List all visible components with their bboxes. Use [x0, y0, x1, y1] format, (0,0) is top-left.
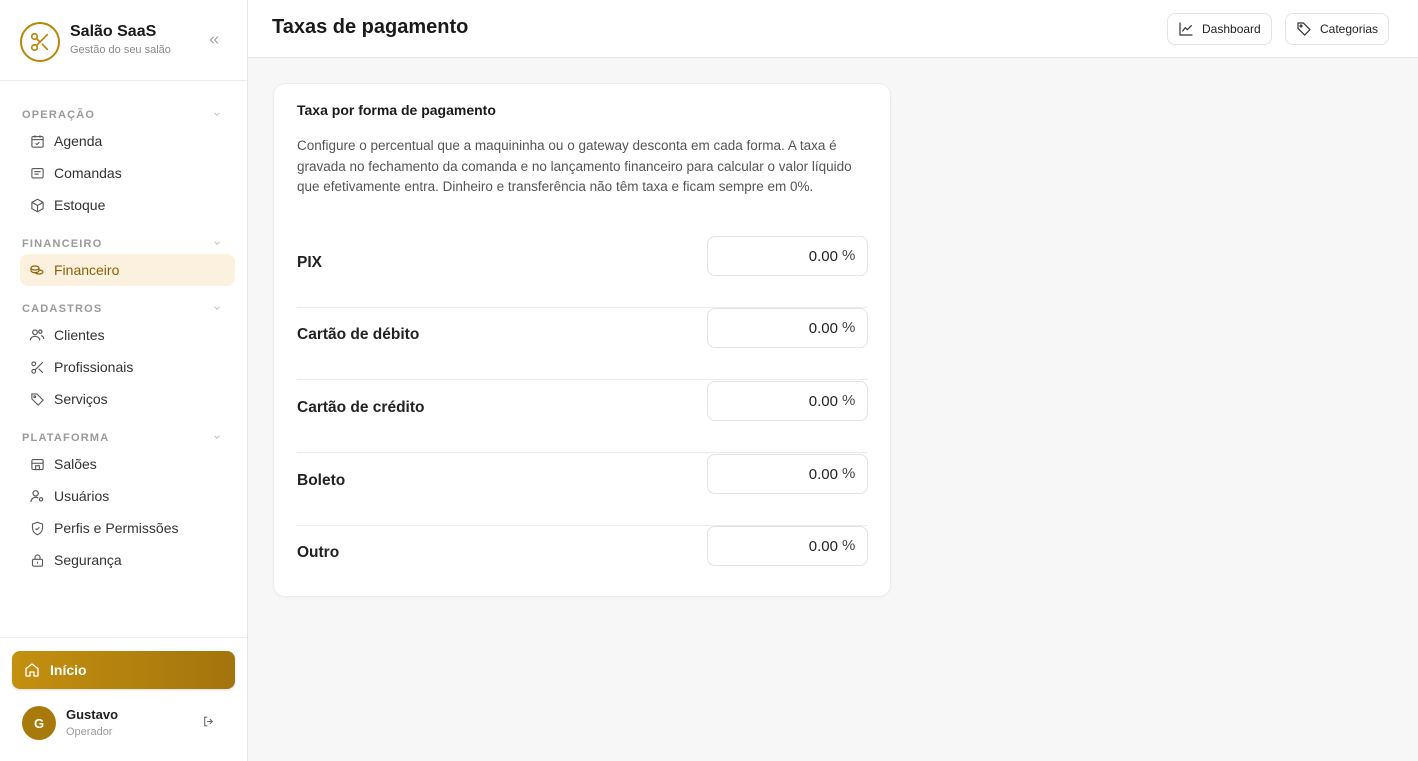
sidebar-item-perfis-permissoes[interactable]: Perfis e Permissões: [20, 512, 235, 544]
user-name: Gustavo: [66, 707, 119, 722]
sidebar-item-usuarios[interactable]: Usuários: [20, 480, 235, 512]
sidebar-item-saloes[interactable]: Salões: [20, 448, 235, 480]
fee-row-boleto: Boleto %: [297, 454, 868, 526]
sidebar-item-label: Estoque: [54, 197, 106, 213]
home-button-label: Início: [50, 662, 87, 678]
sidebar-item-label: Profissionais: [54, 359, 134, 375]
sidebar-item-label: Segurança: [54, 552, 122, 568]
fee-row-label: Cartão de crédito: [297, 399, 425, 416]
users-icon: [29, 327, 45, 343]
fee-input-credit[interactable]: [716, 382, 838, 420]
fee-input-pix[interactable]: [716, 237, 838, 275]
chart-line-icon: [1178, 21, 1194, 37]
receipt-icon: [29, 165, 45, 181]
sidebar-item-servicos[interactable]: Serviços: [20, 383, 235, 415]
percent-unit: %: [842, 392, 856, 409]
sidebar-item-label: Serviços: [54, 391, 108, 407]
sidebar-item-clientes[interactable]: Clientes: [20, 319, 235, 351]
fee-input-debit[interactable]: [716, 309, 838, 347]
top-header: Taxas de pagamento Dashboard Categorias: [248, 0, 1418, 58]
sidebar-item-profissionais[interactable]: Profissionais: [20, 351, 235, 383]
fee-row-label: PIX: [297, 254, 322, 271]
fee-field: %: [707, 526, 868, 566]
sidebar-item-label: Comandas: [54, 165, 122, 181]
sidebar-item-label: Agenda: [54, 133, 103, 149]
sidebar-item-estoque[interactable]: Estoque: [20, 189, 235, 221]
chevron-down-icon[interactable]: [212, 303, 222, 316]
logout-icon[interactable]: [202, 715, 215, 733]
sidebar-item-label: Usuários: [54, 488, 110, 504]
brand-title: Salão SaaS: [70, 23, 157, 40]
sidebar-item-agenda[interactable]: Agenda: [20, 125, 235, 157]
chevron-down-icon[interactable]: [212, 238, 222, 251]
percent-unit: %: [842, 537, 856, 554]
fee-row-other: Outro %: [297, 526, 868, 598]
chevron-down-icon[interactable]: [212, 432, 222, 445]
card-title: Taxa por forma de pagamento: [297, 102, 496, 118]
scissors-logo-icon: [20, 22, 60, 62]
categories-button-label: Categorias: [1320, 22, 1379, 36]
sidebar-item-label: Clientes: [54, 327, 105, 343]
fee-row-label: Cartão de débito: [297, 326, 420, 343]
fee-field: %: [707, 381, 868, 421]
shield-icon: [29, 520, 45, 536]
fee-input-other[interactable]: [716, 527, 838, 565]
sidebar-footer: Início G Gustavo Operador: [0, 637, 247, 761]
fee-row-debit: Cartão de débito %: [297, 308, 868, 380]
tag-icon: [29, 391, 45, 407]
sidebar-item-label: Salões: [54, 456, 97, 472]
fee-row-pix: PIX %: [297, 236, 868, 308]
user-cog-icon: [29, 488, 45, 504]
section-title-plataforma: PLATAFORMA: [22, 432, 110, 444]
section-title-financeiro: FINANCEIRO: [22, 238, 103, 250]
percent-unit: %: [842, 247, 856, 264]
package-icon: [29, 197, 45, 213]
fee-field: %: [707, 236, 868, 276]
brand-subtitle: Gestão do seu salão: [70, 44, 171, 56]
percent-unit: %: [842, 465, 856, 482]
chevron-down-icon[interactable]: [212, 109, 222, 122]
page-title: Taxas de pagamento: [272, 16, 469, 38]
user-role: Operador: [66, 726, 113, 738]
sidebar-item-label: Financeiro: [54, 262, 120, 278]
categories-button[interactable]: Categorias: [1285, 13, 1390, 45]
sidebar-item-financeiro[interactable]: Financeiro: [20, 254, 235, 286]
sidebar-item-comandas[interactable]: Comandas: [20, 157, 235, 189]
card-description: Configure o percentual que a maquininha …: [297, 138, 852, 194]
collapse-sidebar-icon[interactable]: [204, 33, 224, 51]
fee-input-boleto[interactable]: [716, 455, 838, 493]
scissors-icon: [29, 359, 45, 375]
fee-row-label: Outro: [297, 544, 340, 561]
sidebar-item-label: Perfis e Permissões: [54, 520, 179, 536]
home-button[interactable]: Início: [12, 651, 235, 689]
fee-field: %: [707, 454, 868, 494]
lock-icon: [29, 552, 45, 568]
store-icon: [29, 456, 45, 472]
percent-unit: %: [842, 319, 856, 336]
section-title-operacao: OPERAÇÃO: [22, 109, 96, 121]
sidebar: Salão SaaS Gestão do seu salão OPERAÇÃO …: [0, 0, 248, 761]
home-icon: [24, 662, 40, 678]
avatar: G: [22, 706, 56, 740]
dashboard-button[interactable]: Dashboard: [1167, 13, 1272, 45]
sidebar-item-seguranca[interactable]: Segurança: [20, 544, 235, 576]
dashboard-button-label: Dashboard: [1202, 22, 1261, 36]
section-title-cadastros: CADASTROS: [22, 303, 103, 315]
brand: Salão SaaS Gestão do seu salão: [0, 0, 247, 81]
payment-fees-card: Taxa por forma de pagamento Configure o …: [273, 83, 891, 597]
user-profile: G Gustavo Operador: [22, 706, 232, 746]
fee-field: %: [707, 308, 868, 348]
coins-icon: [29, 262, 45, 278]
calendar-icon: [29, 133, 45, 149]
tag-icon: [1296, 21, 1312, 37]
fee-row-label: Boleto: [297, 472, 346, 489]
fee-row-credit: Cartão de crédito %: [297, 381, 868, 453]
